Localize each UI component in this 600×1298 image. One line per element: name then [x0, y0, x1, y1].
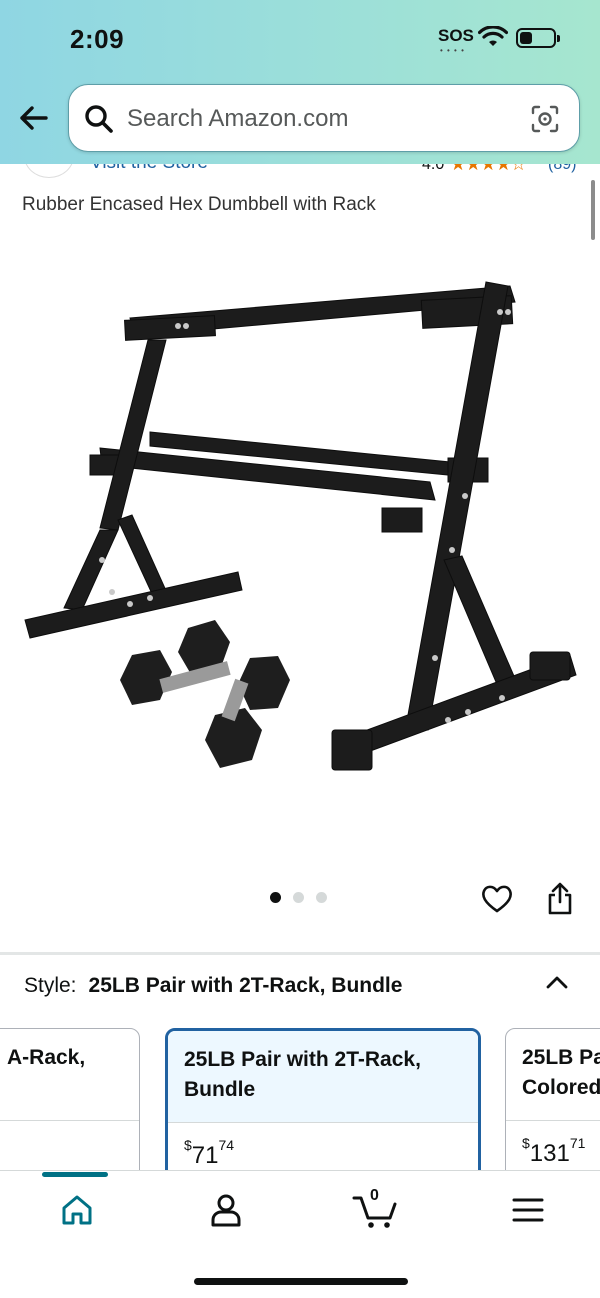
sos-indicator: SOS — [438, 26, 474, 45]
search-icon — [85, 105, 113, 133]
pagination-dot-active[interactable] — [270, 892, 281, 903]
camera-search-icon[interactable] — [529, 103, 561, 135]
share-icon[interactable] — [544, 880, 576, 916]
product-image[interactable] — [10, 260, 590, 800]
active-tab-indicator — [42, 1172, 108, 1177]
search-bar[interactable] — [68, 84, 580, 152]
variant-name: A-Rack, — [0, 1029, 139, 1121]
variant-name-line1: 25LB Pa — [522, 1046, 600, 1069]
price-fraction: 74 — [218, 1137, 235, 1153]
product-title: Rubber Encased Hex Dumbbell with Rack — [22, 194, 376, 215]
currency-symbol: $ — [522, 1135, 530, 1151]
search-input[interactable] — [127, 99, 507, 139]
style-label: Style: — [24, 974, 77, 997]
battery-icon — [516, 28, 560, 48]
variant-name: 25LB Pa Colored — [506, 1029, 600, 1121]
signal-dots: • • • • — [440, 46, 465, 55]
home-indicator[interactable] — [194, 1278, 408, 1285]
heart-icon[interactable] — [480, 882, 514, 916]
style-value: 25LB Pair with 2T-Rack, Bundle — [88, 974, 403, 997]
menu-icon[interactable] — [508, 1190, 548, 1230]
variant-card[interactable]: A-Rack, — [0, 1028, 140, 1188]
variant-card[interactable]: 25LB Pa Colored $13171 — [505, 1028, 600, 1188]
scrollbar[interactable] — [591, 180, 595, 240]
style-selector[interactable]: Style: 25LB Pair with 2T-Rack, Bundle — [24, 974, 402, 998]
variant-name-line2: Colored — [522, 1076, 600, 1099]
status-time: 2:09 — [70, 24, 125, 54]
cart-count: 0 — [370, 1187, 379, 1204]
section-divider — [0, 952, 600, 955]
variant-name: 25LB Pair with 2T-Rack, Bundle — [168, 1031, 478, 1123]
variant-price — [0, 1121, 139, 1157]
pagination-dot[interactable] — [293, 892, 304, 903]
app-header: 2:09 SOS • • • • — [0, 0, 600, 164]
image-pagination[interactable] — [270, 892, 327, 903]
account-icon[interactable] — [206, 1190, 246, 1230]
pagination-dot[interactable] — [316, 892, 327, 903]
price-whole: 131 — [529, 1140, 570, 1167]
variant-card-selected[interactable]: 25LB Pair with 2T-Rack, Bundle $7174 — [165, 1028, 481, 1188]
home-icon[interactable] — [57, 1190, 97, 1230]
back-arrow-icon[interactable] — [16, 100, 52, 136]
wifi-icon — [478, 26, 508, 46]
currency-symbol: $ — [184, 1137, 192, 1153]
price-fraction: 71 — [569, 1135, 586, 1151]
price-whole: 71 — [191, 1142, 219, 1169]
chevron-up-icon[interactable] — [544, 970, 570, 996]
